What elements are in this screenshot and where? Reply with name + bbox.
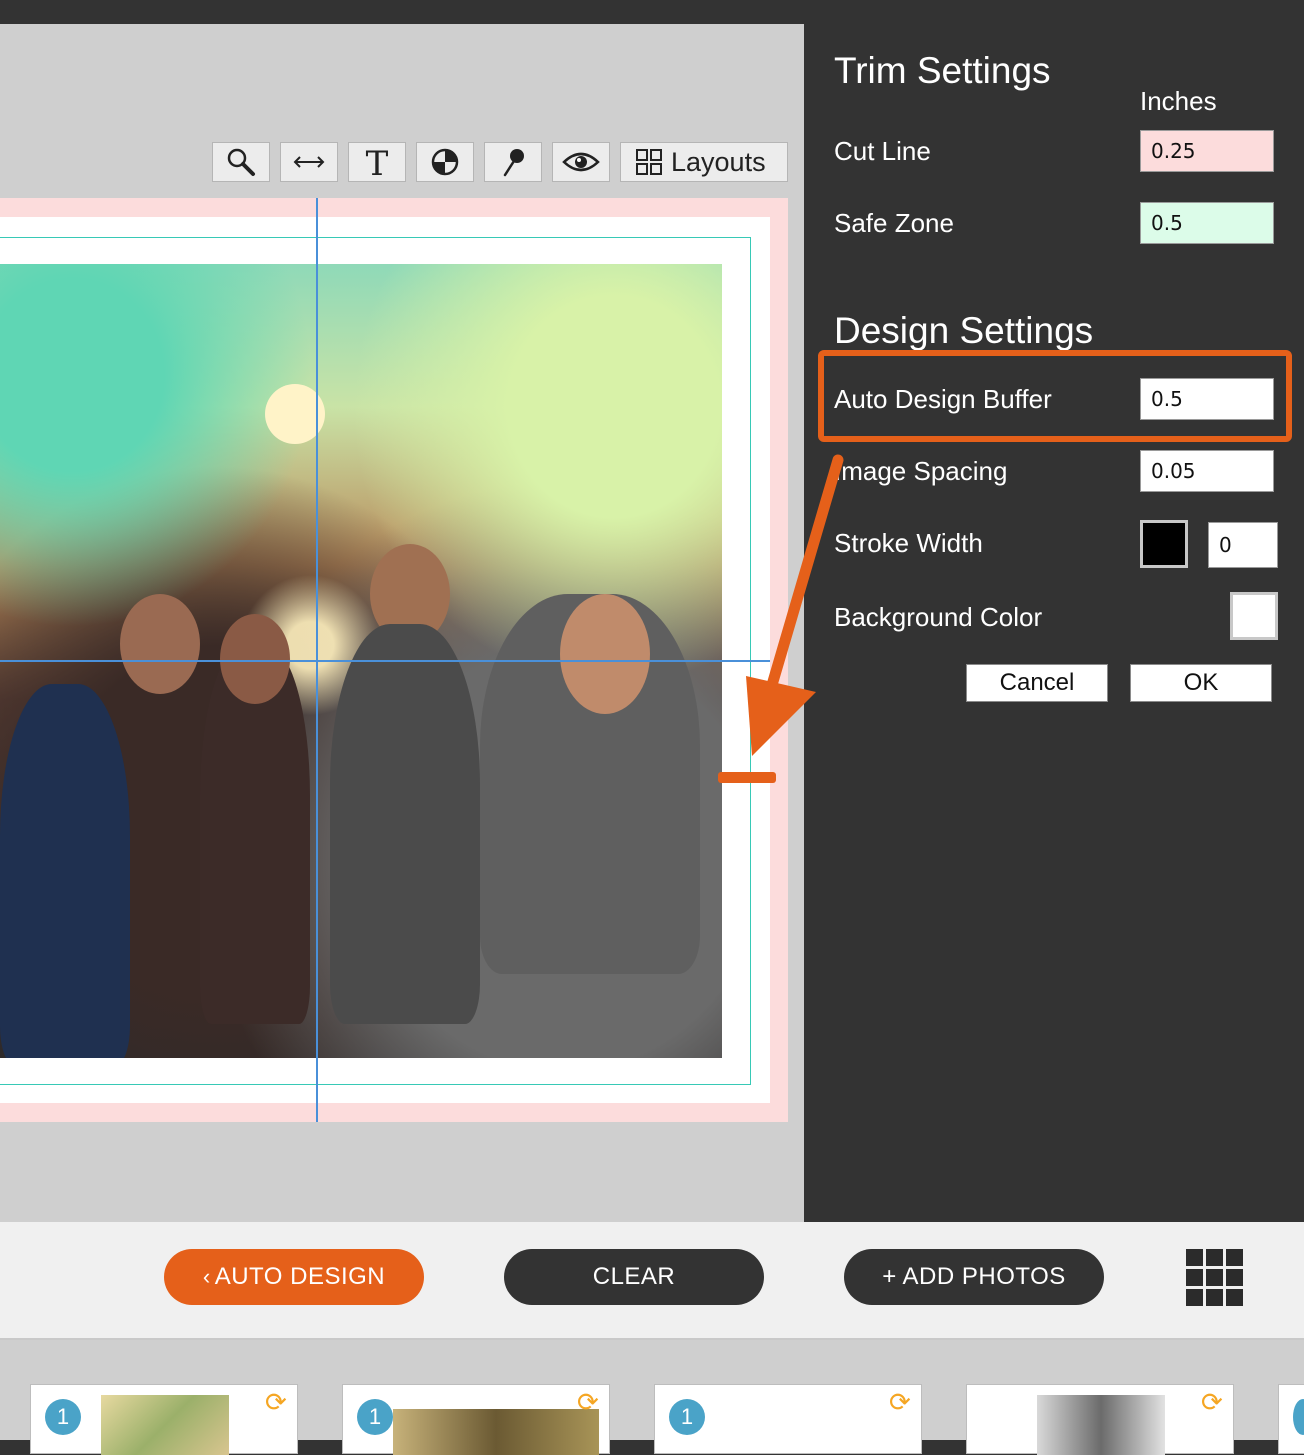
auto-design-label: AUTO DESIGN — [214, 1263, 386, 1290]
page-count-badge-partial — [1293, 1399, 1304, 1435]
image-spacing-field[interactable]: 0.05 — [1140, 450, 1274, 492]
resize-tool-button[interactable] — [280, 142, 338, 182]
add-photos-button[interactable]: + ADD PHOTOS — [844, 1249, 1104, 1305]
svg-text:T: T — [366, 146, 389, 178]
thumbnail-image — [393, 1409, 599, 1455]
grid-view-icon[interactable] — [1186, 1249, 1244, 1307]
page-count-badge: 1 — [669, 1399, 705, 1435]
preview-tool-button[interactable] — [552, 142, 610, 182]
thumbnail-image — [1037, 1395, 1165, 1455]
auto-design-button[interactable]: ‹ AUTO DESIGN — [164, 1249, 424, 1305]
image-spacing-label: Image Spacing — [834, 456, 1008, 486]
cancel-button[interactable]: Cancel — [966, 664, 1108, 702]
layouts-button[interactable]: Layouts — [620, 142, 788, 182]
cut-line-label: Cut Line — [834, 136, 931, 166]
text-tool-button[interactable]: T — [348, 142, 406, 182]
zoom-tool-button[interactable] — [212, 142, 270, 182]
shape-tool-button[interactable] — [416, 142, 474, 182]
thumbnail-item[interactable]: 1 ⟳ — [342, 1384, 610, 1455]
background-color-swatch[interactable] — [1230, 592, 1278, 640]
cut-line-field[interactable]: 0.25 — [1140, 130, 1274, 172]
pin-icon — [503, 149, 524, 177]
annotation-arrow — [746, 454, 844, 756]
design-settings-title: Design Settings — [834, 310, 1094, 351]
zoom-icon — [227, 148, 255, 176]
thumbnail-item[interactable]: ⟳ — [966, 1384, 1234, 1455]
stroke-color-swatch[interactable] — [1140, 520, 1188, 568]
text-icon: T — [366, 146, 389, 178]
thumbnail-item[interactable]: 1 ⟳ — [30, 1384, 298, 1455]
thumbnail-image — [101, 1395, 229, 1455]
sync-icon[interactable]: ⟳ — [1201, 1387, 1223, 1418]
background-color-label: Background Color — [834, 602, 1043, 632]
safe-zone-label: Safe Zone — [834, 208, 954, 238]
safe-zone-field[interactable]: 0.5 — [1140, 202, 1274, 244]
page-count-badge: 1 — [45, 1399, 81, 1435]
thumbnail-item-partial[interactable] — [1278, 1384, 1304, 1454]
trim-settings-title: Trim Settings — [834, 50, 1051, 91]
chevron-left-icon: ‹ — [202, 1264, 211, 1289]
highlight-box — [818, 350, 1292, 442]
stroke-width-label: Stroke Width — [834, 528, 983, 558]
shape-icon — [431, 148, 459, 176]
sync-icon[interactable]: ⟳ — [889, 1387, 911, 1418]
preview-icon — [562, 152, 600, 172]
ok-button[interactable]: OK — [1130, 664, 1272, 702]
pin-tool-button[interactable] — [484, 142, 542, 182]
horizontal-guide — [0, 660, 770, 662]
page-count-badge: 1 — [357, 1399, 393, 1435]
top-bar — [0, 0, 1304, 24]
thumbnail-item[interactable]: 1 ⟳ — [654, 1384, 922, 1454]
layouts-icon — [636, 149, 662, 175]
clear-button[interactable]: CLEAR — [504, 1249, 764, 1305]
sync-icon[interactable]: ⟳ — [577, 1387, 599, 1418]
layouts-label: Layouts — [671, 146, 766, 177]
sync-icon[interactable]: ⟳ — [265, 1387, 287, 1418]
units-label: Inches — [1140, 86, 1217, 116]
stroke-width-field[interactable]: 0 — [1208, 522, 1278, 568]
resize-icon — [293, 156, 325, 168]
